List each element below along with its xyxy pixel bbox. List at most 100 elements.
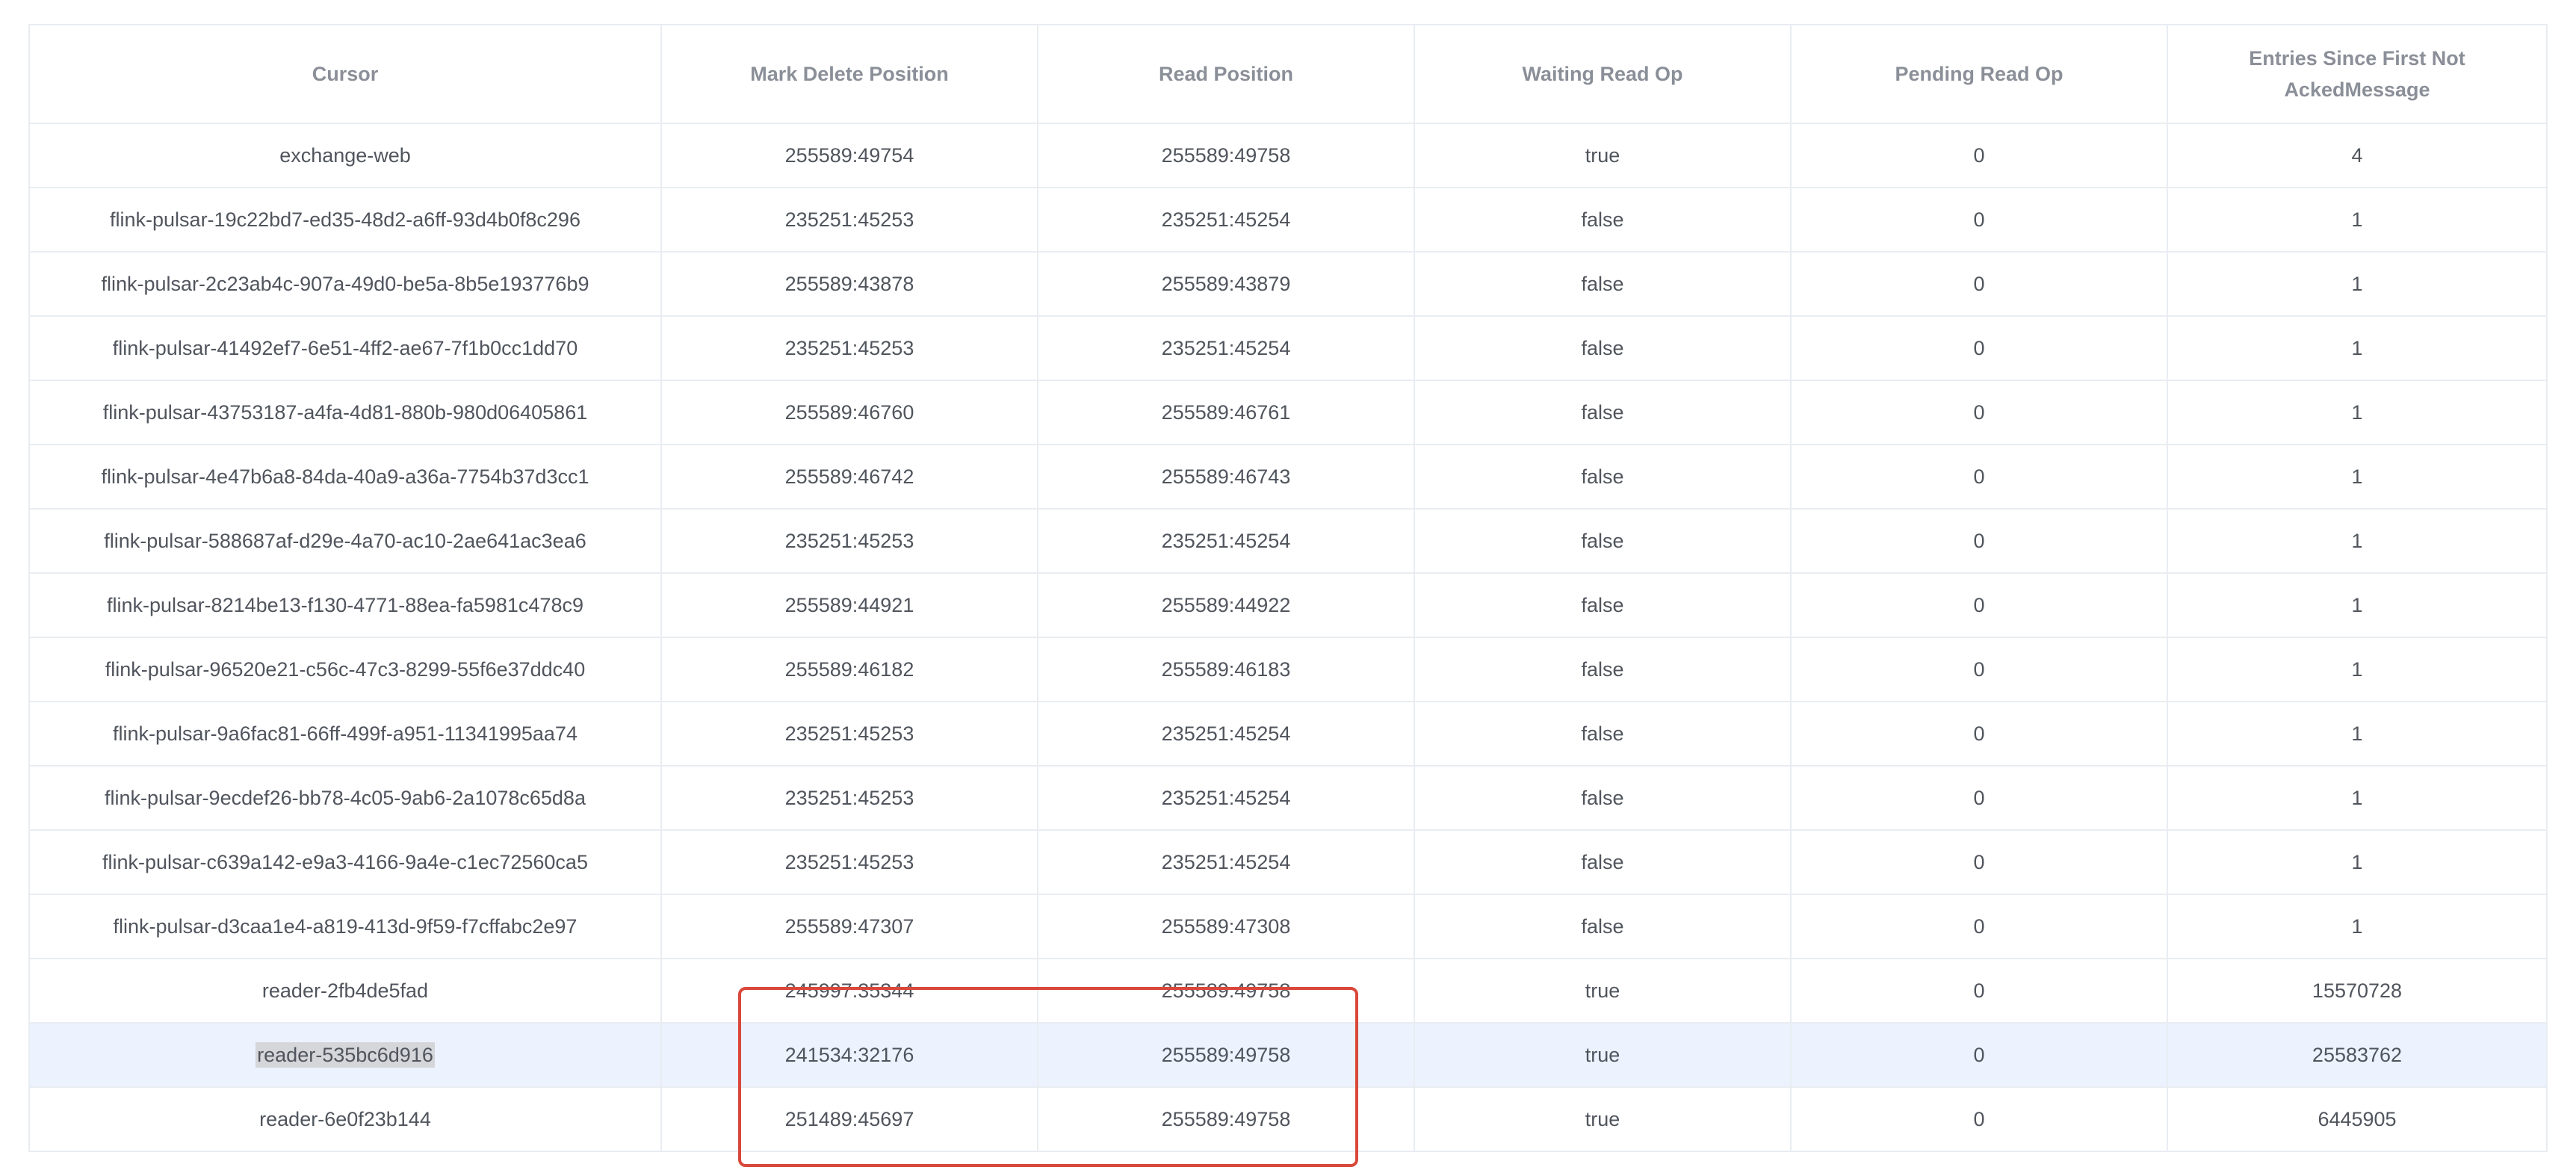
cell-entries-since-first-not-acked: 1 xyxy=(2167,380,2548,445)
table-row[interactable]: flink-pulsar-19c22bd7-ed35-48d2-a6ff-93d… xyxy=(28,187,2548,253)
cell-mark-delete-position: 235251:45253 xyxy=(660,187,1038,253)
cell-cursor: flink-pulsar-4e47b6a8-84da-40a9-a36a-775… xyxy=(28,444,662,510)
cell-entries-since-first-not-acked: 1 xyxy=(2167,637,2548,702)
cell-cursor: flink-pulsar-c639a142-e9a3-4166-9a4e-c1e… xyxy=(28,829,662,895)
table-row[interactable]: flink-pulsar-588687af-d29e-4a70-ac10-2ae… xyxy=(28,508,2548,574)
cell-cursor: reader-6e0f23b144 xyxy=(28,1086,662,1152)
table-row[interactable]: flink-pulsar-96520e21-c56c-47c3-8299-55f… xyxy=(28,637,2548,702)
cell-cursor: exchange-web xyxy=(28,123,662,188)
column-header-read-position[interactable]: Read Position xyxy=(1037,24,1415,124)
cell-cursor: flink-pulsar-43753187-a4fa-4d81-880b-980… xyxy=(28,380,662,445)
cell-mark-delete-position: 255589:49754 xyxy=(660,123,1038,188)
cell-read-position: 255589:46743 xyxy=(1037,444,1415,510)
cell-read-position: 255589:43879 xyxy=(1037,251,1415,317)
cursors-table-container: Cursor Mark Delete Position Read Positio… xyxy=(28,24,2548,1152)
cell-waiting-read-op: false xyxy=(1414,508,1792,574)
table-row-selected[interactable]: reader-535bc6d916 241534:32176 255589:49… xyxy=(28,1022,2548,1088)
cursors-table: Cursor Mark Delete Position Read Positio… xyxy=(28,24,2548,1152)
cell-mark-delete-position: 241534:32176 xyxy=(660,1022,1038,1088)
cell-cursor: flink-pulsar-d3caa1e4-a819-413d-9f59-f7c… xyxy=(28,894,662,959)
cell-pending-read-op: 0 xyxy=(1790,958,2168,1024)
cell-mark-delete-position: 235251:45253 xyxy=(660,829,1038,895)
cell-read-position: 235251:45254 xyxy=(1037,315,1415,381)
cell-cursor: flink-pulsar-588687af-d29e-4a70-ac10-2ae… xyxy=(28,508,662,574)
cell-entries-since-first-not-acked: 1 xyxy=(2167,701,2548,767)
table-row[interactable]: flink-pulsar-9a6fac81-66ff-499f-a951-113… xyxy=(28,701,2548,767)
cell-cursor: flink-pulsar-8214be13-f130-4771-88ea-fa5… xyxy=(28,572,662,638)
cell-read-position: 255589:46183 xyxy=(1037,637,1415,702)
table-row[interactable]: flink-pulsar-9ecdef26-bb78-4c05-9ab6-2a1… xyxy=(28,765,2548,831)
column-header-pending-read-op[interactable]: Pending Read Op xyxy=(1790,24,2168,124)
cell-pending-read-op: 0 xyxy=(1790,894,2168,959)
cell-read-position: 255589:47308 xyxy=(1037,894,1415,959)
cell-cursor: flink-pulsar-41492ef7-6e51-4ff2-ae67-7f1… xyxy=(28,315,662,381)
cell-cursor: flink-pulsar-9a6fac81-66ff-499f-a951-113… xyxy=(28,701,662,767)
cell-read-position: 255589:46761 xyxy=(1037,380,1415,445)
cell-cursor: flink-pulsar-19c22bd7-ed35-48d2-a6ff-93d… xyxy=(28,187,662,253)
cell-read-position: 235251:45254 xyxy=(1037,829,1415,895)
cell-entries-since-first-not-acked: 1 xyxy=(2167,187,2548,253)
cell-pending-read-op: 0 xyxy=(1790,1022,2168,1088)
table-row[interactable]: flink-pulsar-4e47b6a8-84da-40a9-a36a-775… xyxy=(28,444,2548,510)
cell-read-position: 235251:45254 xyxy=(1037,508,1415,574)
cell-waiting-read-op: false xyxy=(1414,572,1792,638)
cell-read-position: 255589:49758 xyxy=(1037,1086,1415,1152)
column-header-entries-since-first-not-acked[interactable]: Entries Since First Not AckedMessage xyxy=(2167,24,2548,124)
cell-pending-read-op: 0 xyxy=(1790,829,2168,895)
cell-pending-read-op: 0 xyxy=(1790,251,2168,317)
cell-entries-since-first-not-acked: 1 xyxy=(2167,315,2548,381)
table-body: exchange-web 255589:49754 255589:49758 t… xyxy=(28,123,2548,1152)
cell-read-position: 235251:45254 xyxy=(1037,187,1415,253)
cell-mark-delete-position: 245997:35344 xyxy=(660,958,1038,1024)
cell-mark-delete-position: 255589:43878 xyxy=(660,251,1038,317)
cell-mark-delete-position: 255589:46742 xyxy=(660,444,1038,510)
cell-waiting-read-op: false xyxy=(1414,894,1792,959)
table-row[interactable]: flink-pulsar-c639a142-e9a3-4166-9a4e-c1e… xyxy=(28,829,2548,895)
cell-mark-delete-position: 255589:47307 xyxy=(660,894,1038,959)
cell-read-position: 255589:49758 xyxy=(1037,123,1415,188)
cell-pending-read-op: 0 xyxy=(1790,765,2168,831)
cell-cursor: flink-pulsar-9ecdef26-bb78-4c05-9ab6-2a1… xyxy=(28,765,662,831)
cell-waiting-read-op: false xyxy=(1414,251,1792,317)
cell-cursor: flink-pulsar-96520e21-c56c-47c3-8299-55f… xyxy=(28,637,662,702)
table-row[interactable]: exchange-web 255589:49754 255589:49758 t… xyxy=(28,123,2548,188)
cell-entries-since-first-not-acked: 1 xyxy=(2167,829,2548,895)
cell-read-position: 235251:45254 xyxy=(1037,765,1415,831)
cell-mark-delete-position: 255589:46760 xyxy=(660,380,1038,445)
cell-cursor: reader-535bc6d916 xyxy=(28,1022,662,1088)
cell-waiting-read-op: true xyxy=(1414,958,1792,1024)
table-row[interactable]: flink-pulsar-8214be13-f130-4771-88ea-fa5… xyxy=(28,572,2548,638)
cell-read-position: 235251:45254 xyxy=(1037,701,1415,767)
cell-read-position: 255589:44922 xyxy=(1037,572,1415,638)
column-header-waiting-read-op[interactable]: Waiting Read Op xyxy=(1414,24,1792,124)
header-row: Cursor Mark Delete Position Read Positio… xyxy=(28,24,2548,124)
cell-waiting-read-op: false xyxy=(1414,315,1792,381)
column-header-cursor[interactable]: Cursor xyxy=(28,24,662,124)
cell-entries-since-first-not-acked: 4 xyxy=(2167,123,2548,188)
cell-pending-read-op: 0 xyxy=(1790,444,2168,510)
table-row[interactable]: reader-2fb4de5fad 245997:35344 255589:49… xyxy=(28,958,2548,1024)
table-row[interactable]: flink-pulsar-2c23ab4c-907a-49d0-be5a-8b5… xyxy=(28,251,2548,317)
cell-waiting-read-op: false xyxy=(1414,637,1792,702)
cell-mark-delete-position: 251489:45697 xyxy=(660,1086,1038,1152)
cell-mark-delete-position: 235251:45253 xyxy=(660,765,1038,831)
cell-entries-since-first-not-acked: 1 xyxy=(2167,508,2548,574)
table-row[interactable]: flink-pulsar-43753187-a4fa-4d81-880b-980… xyxy=(28,380,2548,445)
column-header-mark-delete-position[interactable]: Mark Delete Position xyxy=(660,24,1038,124)
cell-waiting-read-op: false xyxy=(1414,765,1792,831)
table-row[interactable]: flink-pulsar-41492ef7-6e51-4ff2-ae67-7f1… xyxy=(28,315,2548,381)
table-row[interactable]: flink-pulsar-d3caa1e4-a819-413d-9f59-f7c… xyxy=(28,894,2548,959)
selected-text: reader-535bc6d916 xyxy=(256,1041,435,1068)
cell-waiting-read-op: false xyxy=(1414,444,1792,510)
table-row[interactable]: reader-6e0f23b144 251489:45697 255589:49… xyxy=(28,1086,2548,1152)
cell-waiting-read-op: false xyxy=(1414,187,1792,253)
cell-pending-read-op: 0 xyxy=(1790,701,2168,767)
cell-mark-delete-position: 235251:45253 xyxy=(660,701,1038,767)
cell-pending-read-op: 0 xyxy=(1790,315,2168,381)
cell-cursor: flink-pulsar-2c23ab4c-907a-49d0-be5a-8b5… xyxy=(28,251,662,317)
cell-entries-since-first-not-acked: 1 xyxy=(2167,765,2548,831)
cell-entries-since-first-not-acked: 1 xyxy=(2167,894,2548,959)
cell-entries-since-first-not-acked: 15570728 xyxy=(2167,958,2548,1024)
cell-read-position: 255589:49758 xyxy=(1037,1022,1415,1088)
cell-entries-since-first-not-acked: 25583762 xyxy=(2167,1022,2548,1088)
